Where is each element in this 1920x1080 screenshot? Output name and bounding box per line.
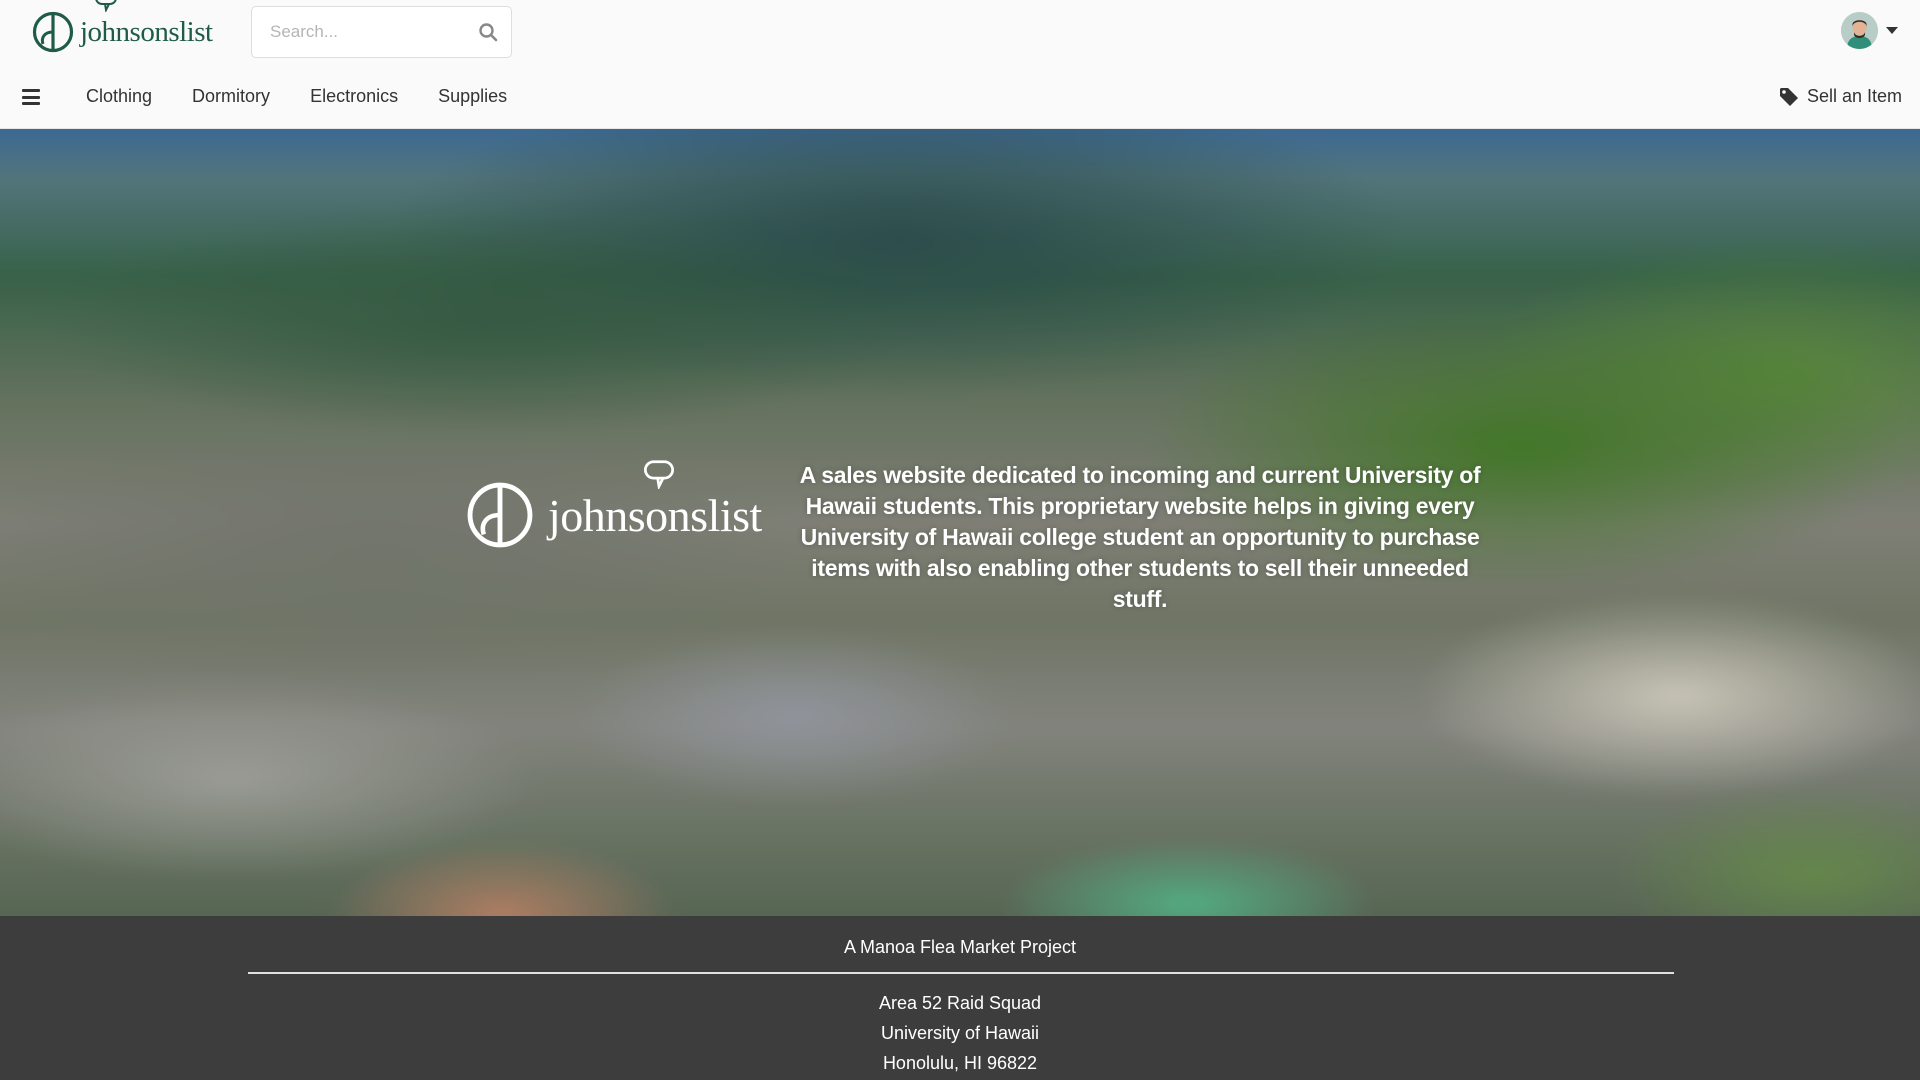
footer-address: Honolulu, HI 96822 [882,1053,1038,1073]
footer-team: Area 52 Raid Squad [878,993,1042,1013]
search-box [251,6,512,58]
nav-item-electronics[interactable]: Electronics [310,86,398,107]
footer-divider [248,972,1674,974]
speech-bubble-icon [95,0,117,12]
sell-item-link[interactable]: Sell an Item [1779,64,1902,129]
hero-logo-mark-icon [467,482,533,548]
nav-item-clothing[interactable]: Clothing [86,86,152,107]
sell-item-label: Sell an Item [1806,86,1902,106]
top-bar: johnsonslist [0,0,1920,64]
hero-speech-bubble-icon [644,460,674,489]
category-nav: Clothing Dormitory Electronics Supplies … [0,64,1920,129]
user-avatar[interactable] [1841,12,1878,49]
nav-item-supplies[interactable]: Supplies [438,86,507,107]
footer-university: University of Hawaii [880,1023,1040,1043]
search-input[interactable] [252,7,467,57]
caret-down-icon[interactable] [1886,27,1898,34]
category-links: Clothing Dormitory Electronics Supplies [86,64,547,129]
hamburger-icon[interactable] [22,89,40,105]
footer-title: A Manoa Flea Market Project [843,937,1077,957]
user-menu[interactable] [1841,12,1898,49]
footer: A Manoa Flea Market Project Area 52 Raid… [0,916,1920,1080]
tag-icon [1779,87,1798,106]
hero-logo: johnsonslist [466,460,762,549]
brand-logo[interactable]: johnsonslist [32,0,213,56]
logo-mark-icon [32,11,74,53]
hero-banner: johnsonslist A sales website dedicated t… [0,129,1920,916]
nav-item-dormitory[interactable]: Dormitory [192,86,270,107]
hero-brand-name: johnsonslist [548,489,762,541]
hero-description: A sales website dedicated to incoming an… [799,462,1481,612]
search-icon[interactable] [475,19,501,45]
brand-name: johnsonslist [80,15,213,48]
